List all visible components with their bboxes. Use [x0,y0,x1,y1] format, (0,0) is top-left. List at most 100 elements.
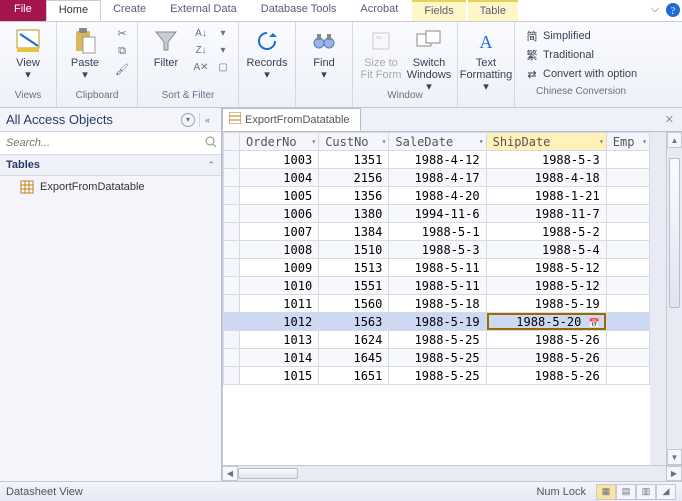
scroll-thumb[interactable] [238,468,298,479]
view-pivot-icon[interactable]: ▤ [616,484,636,500]
simplified-button[interactable]: 简Simplified [525,27,637,45]
table-row[interactable]: 100713841988-5-11988-5-2 [224,223,650,241]
text-formatting-button[interactable]: A TextFormatting ▾ [464,25,508,93]
cell[interactable]: 1988-5-18 [389,295,486,313]
dropdown-icon[interactable]: ▾ [642,137,647,146]
cell[interactable]: 1005 [240,187,319,205]
table-row[interactable]: 101215631988-5-191988-5-20 📅 [224,313,650,331]
cell[interactable]: 1988-5-26 [486,367,606,385]
cell[interactable]: 1988-4-18 [486,169,606,187]
cell[interactable] [606,169,649,187]
cell[interactable] [606,349,649,367]
table-row[interactable]: 100313511988-4-121988-5-3 [224,151,650,169]
tab-table[interactable]: Table [468,0,518,21]
traditional-button[interactable]: 繁Traditional [525,46,637,64]
toggle-filter-icon[interactable]: ▢ [214,59,232,75]
cell[interactable]: 1988-5-2 [486,223,606,241]
cell[interactable]: 1988-5-26 [486,349,606,367]
row-selector[interactable] [224,349,240,367]
remove-sort-icon[interactable]: A✕ [192,59,210,75]
sort-asc-icon[interactable]: A↓ [192,25,210,41]
copy-icon[interactable]: ⧉ [113,43,131,59]
cell[interactable]: 1988-5-25 [389,367,486,385]
row-selector[interactable] [224,259,240,277]
cell[interactable]: 1988-4-17 [389,169,486,187]
cell[interactable]: 1009 [240,259,319,277]
cell[interactable]: 1006 [240,205,319,223]
table-row[interactable]: 101316241988-5-251988-5-26 [224,331,650,349]
cell[interactable]: 1988-5-25 [389,349,486,367]
cell[interactable]: 1003 [240,151,319,169]
cell[interactable]: 1988-5-3 [486,151,606,169]
switch-windows-button[interactable]: SwitchWindows ▾ [407,25,451,93]
table-row[interactable]: 100421561988-4-171988-4-18 [224,169,650,187]
search-icon[interactable] [205,136,217,151]
cell[interactable] [606,313,649,331]
cell[interactable] [606,277,649,295]
nav-search[interactable] [0,132,221,155]
table-row[interactable]: 101516511988-5-251988-5-26 [224,367,650,385]
cut-icon[interactable]: ✂ [113,25,131,41]
cell[interactable]: 1988-5-12 [486,277,606,295]
cell[interactable]: 1988-5-1 [389,223,486,241]
cell[interactable]: 1012 [240,313,319,331]
cell[interactable]: 1988-5-11 [389,277,486,295]
nav-filter-icon[interactable]: ▾ [181,113,195,127]
row-selector[interactable] [224,313,240,331]
row-selector[interactable] [224,241,240,259]
row-selector[interactable] [224,295,240,313]
nav-group-tables[interactable]: Tables⌃ [0,155,221,176]
row-selector[interactable] [224,169,240,187]
column-header-orderno[interactable]: OrderNo▾ [240,133,319,151]
selection-filter-icon[interactable]: ▾ [214,25,232,41]
cell[interactable]: 1988-11-7 [486,205,606,223]
view-chart-icon[interactable]: ▥ [636,484,656,500]
cell[interactable] [606,367,649,385]
collapse-icon[interactable]: ⌃ [207,160,215,171]
cell[interactable]: 1004 [240,169,319,187]
tab-home[interactable]: Home [46,0,101,21]
scroll-right-icon[interactable]: ▶ [666,466,682,481]
datasheet-grid[interactable]: OrderNo▾CustNo▾SaleDate▾ShipDate▾Emp▾100… [222,132,650,465]
cell[interactable] [606,259,649,277]
cell[interactable]: 1563 [319,313,389,331]
cell[interactable]: 1513 [319,259,389,277]
scroll-left-icon[interactable]: ◀ [222,466,238,481]
cell[interactable]: 1988-1-21 [486,187,606,205]
ribbon-collapse-icon[interactable]: ⌵ [646,0,664,21]
row-selector[interactable] [224,151,240,169]
cell[interactable]: 1645 [319,349,389,367]
cell[interactable]: 1551 [319,277,389,295]
nav-title[interactable]: All Access Objects [6,112,179,127]
table-row[interactable]: 101416451988-5-251988-5-26 [224,349,650,367]
cell[interactable]: 1624 [319,331,389,349]
tab-create[interactable]: Create [101,0,158,21]
convert-option-button[interactable]: ⇄Convert with option [525,65,637,83]
datepicker-icon[interactable]: 📅 [589,319,600,329]
cell[interactable]: 1988-5-25 [389,331,486,349]
table-row[interactable]: 100815101988-5-31988-5-4 [224,241,650,259]
shutter-bar-icon[interactable]: « [199,113,215,127]
view-datasheet-icon[interactable]: ▦ [596,484,616,500]
cell[interactable]: 1010 [240,277,319,295]
records-button[interactable]: Records▾ [245,25,289,81]
close-icon[interactable]: ✕ [665,113,674,126]
scroll-down-icon[interactable]: ▼ [667,449,682,465]
cell[interactable] [606,331,649,349]
tab-file[interactable]: File [0,0,46,21]
select-all-cell[interactable] [224,133,240,151]
advanced-filter-icon[interactable]: ▾ [214,42,232,58]
cell[interactable] [606,205,649,223]
dropdown-icon[interactable]: ▾ [599,137,604,146]
horizontal-scrollbar[interactable]: ◀ ▶ [222,465,682,481]
cell[interactable]: 1384 [319,223,389,241]
cell[interactable]: 1988-5-3 [389,241,486,259]
cell[interactable]: 1014 [240,349,319,367]
tab-fields[interactable]: Fields [412,0,465,21]
view-design-icon[interactable]: ◢ [656,484,676,500]
search-input[interactable] [0,132,221,154]
format-painter-icon[interactable]: 🖌 [113,61,131,77]
cell[interactable]: 1015 [240,367,319,385]
cell[interactable]: 1994-11-6 [389,205,486,223]
dropdown-icon[interactable]: ▾ [311,137,316,146]
